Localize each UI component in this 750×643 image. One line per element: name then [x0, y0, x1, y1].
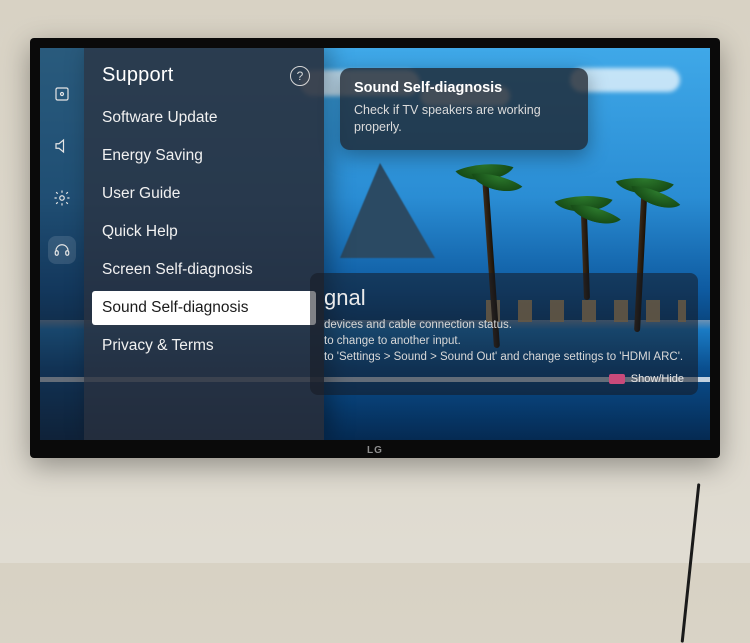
- menu-item-privacy-terms[interactable]: Privacy & Terms: [84, 327, 324, 365]
- banner-footer: Show/Hide: [324, 373, 684, 385]
- banner-line: devices and cable connection status.: [324, 317, 684, 333]
- banner-line: to change to another input.: [324, 333, 684, 349]
- tooltip-body: Check if TV speakers are working properl…: [354, 102, 574, 136]
- input-status-banner: gnal devices and cable connection status…: [310, 273, 698, 395]
- help-icon[interactable]: ?: [290, 66, 310, 86]
- brand-logo: LG: [367, 445, 383, 456]
- remote-key-icon: [609, 374, 625, 384]
- banner-heading: gnal: [324, 285, 684, 311]
- power-cable-decoration: [681, 483, 701, 642]
- picture-icon[interactable]: [48, 80, 76, 108]
- menu-item-sound-self-diagnosis[interactable]: Sound Self-diagnosis: [92, 291, 316, 325]
- menu-item-energy-saving[interactable]: Energy Saving: [84, 137, 324, 175]
- tooltip-title: Sound Self-diagnosis: [354, 80, 574, 96]
- banner-line: to 'Settings > Sound > Sound Out' and ch…: [324, 349, 684, 365]
- tv-frame: Support ? Software Update Energy Saving …: [30, 38, 720, 458]
- menu-item-software-update[interactable]: Software Update: [84, 99, 324, 137]
- mountain-decoration: [340, 163, 435, 258]
- menu-item-quick-help[interactable]: Quick Help: [84, 213, 324, 251]
- tv-screen: Support ? Software Update Energy Saving …: [40, 48, 710, 440]
- sound-icon[interactable]: [48, 132, 76, 160]
- support-icon[interactable]: [48, 236, 76, 264]
- panel-title: Support: [102, 64, 173, 87]
- support-menu: Software Update Energy Saving User Guide…: [84, 99, 324, 365]
- description-tooltip: Sound Self-diagnosis Check if TV speaker…: [340, 68, 588, 150]
- panel-header: Support ?: [84, 64, 324, 99]
- support-panel: Support ? Software Update Energy Saving …: [84, 48, 324, 440]
- settings-category-rail: [40, 48, 84, 440]
- menu-item-screen-self-diagnosis[interactable]: Screen Self-diagnosis: [84, 251, 324, 289]
- settings-icon[interactable]: [48, 184, 76, 212]
- show-hide-label[interactable]: Show/Hide: [631, 373, 684, 385]
- menu-item-user-guide[interactable]: User Guide: [84, 175, 324, 213]
